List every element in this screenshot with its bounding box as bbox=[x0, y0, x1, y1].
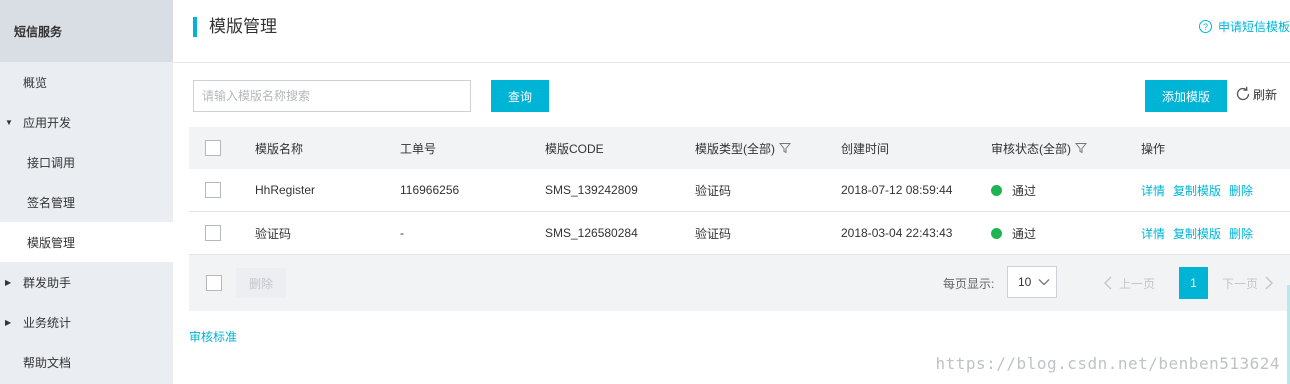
help-icon: ? bbox=[1198, 20, 1212, 33]
chevron-left-icon bbox=[1104, 276, 1112, 290]
sidebar-group-stats[interactable]: ▶ 业务统计 bbox=[0, 302, 173, 342]
cell-code: SMS_126580284 bbox=[545, 226, 638, 240]
cell-actions: 详情 复制模版 删除 bbox=[1141, 212, 1261, 254]
column-header-actions: 操作 bbox=[1141, 141, 1166, 156]
sidebar-item-label: 签名管理 bbox=[27, 195, 76, 210]
refresh-icon bbox=[1236, 86, 1250, 101]
column-header-status-label: 审核状态(全部) bbox=[991, 141, 1071, 156]
review-standards-link[interactable]: 审核标准 bbox=[189, 328, 237, 345]
table-footer: 删除 每页显示: 10 上一页 1 下一页 bbox=[189, 255, 1290, 311]
column-header-name: 模版名称 bbox=[255, 141, 304, 156]
sidebar-item-signature[interactable]: 签名管理 bbox=[0, 182, 173, 222]
page-title: 模版管理 bbox=[209, 17, 277, 36]
next-page-label: 下一页 bbox=[1222, 276, 1259, 291]
sidebar-item-help[interactable]: 帮助文档 bbox=[0, 342, 173, 382]
caret-down-icon: ▼ bbox=[5, 117, 13, 127]
cell-type: 验证码 bbox=[695, 183, 732, 198]
footer-select-all-checkbox[interactable] bbox=[206, 275, 222, 291]
chevron-down-icon bbox=[1038, 279, 1050, 286]
sidebar-item-label: 接口调用 bbox=[27, 155, 76, 170]
cell-name: HhRegister bbox=[255, 183, 316, 197]
details-link[interactable]: 详情 bbox=[1141, 182, 1165, 199]
refresh-label: 刷新 bbox=[1253, 87, 1278, 102]
column-header-created: 创建时间 bbox=[841, 141, 890, 156]
row-checkbox[interactable] bbox=[205, 182, 221, 198]
next-page-button[interactable]: 下一页 bbox=[1222, 268, 1274, 298]
table-header-row: 模版名称 工单号 模版CODE 模版类型(全部) 创建时间 审核状态(全部) 操… bbox=[189, 127, 1290, 169]
chevron-right-icon bbox=[1265, 276, 1274, 290]
cell-ticket: 116966256 bbox=[400, 183, 460, 197]
per-page-value: 10 bbox=[1018, 275, 1032, 289]
apply-template-label: 申请短信模板 bbox=[1217, 20, 1290, 34]
sidebar-item-label: 应用开发 bbox=[23, 115, 72, 130]
sidebar-item-label: 帮助文档 bbox=[23, 355, 72, 370]
title-accent-bar bbox=[193, 17, 197, 37]
watermark: https://blog.csdn.net/benben513624 bbox=[935, 354, 1280, 373]
search-button[interactable]: 查询 bbox=[491, 80, 549, 112]
cell-created: 2018-03-04 22:43:43 bbox=[841, 226, 953, 240]
bulk-delete-button[interactable]: 删除 bbox=[236, 268, 286, 298]
cell-actions: 详情 复制模版 删除 bbox=[1141, 169, 1261, 211]
cell-type: 验证码 bbox=[695, 226, 732, 241]
cell-name: 验证码 bbox=[255, 226, 292, 241]
prev-page-label: 上一页 bbox=[1119, 276, 1156, 291]
cell-status: 通过 bbox=[991, 212, 1036, 254]
sidebar-item-overview[interactable]: 概览 bbox=[0, 62, 173, 102]
sidebar-group-app-dev[interactable]: ▼ 应用开发 bbox=[0, 102, 173, 142]
cell-created: 2018-07-12 08:59:44 bbox=[841, 183, 953, 197]
select-all-checkbox[interactable] bbox=[205, 140, 221, 156]
row-checkbox[interactable] bbox=[205, 225, 221, 241]
per-page-label: 每页显示: bbox=[943, 277, 995, 291]
page-header: 模版管理 ? 申请短信模板 bbox=[173, 0, 1290, 63]
sidebar-item-label: 概览 bbox=[23, 75, 48, 90]
status-pass-icon bbox=[991, 184, 1002, 196]
delete-link[interactable]: 删除 bbox=[1229, 182, 1253, 199]
filter-icon[interactable] bbox=[1075, 142, 1087, 154]
sidebar: 短信服务 概览 ▼ 应用开发 接口调用 签名管理 模版管理 ▶ 群发助手 ▶ 业… bbox=[0, 0, 173, 384]
table-row: 验证码 - SMS_126580284 验证码 2018-03-04 22:43… bbox=[189, 212, 1290, 255]
status-label: 通过 bbox=[1012, 183, 1037, 198]
refresh-button[interactable]: 刷新 bbox=[1234, 85, 1277, 103]
caret-right-icon: ▶ bbox=[5, 277, 12, 287]
column-header-status[interactable]: 审核状态(全部) bbox=[991, 127, 1087, 169]
caret-right-icon: ▶ bbox=[5, 317, 12, 327]
current-page-button[interactable]: 1 bbox=[1179, 267, 1208, 299]
cell-ticket: - bbox=[400, 226, 404, 240]
copy-template-link[interactable]: 复制模版 bbox=[1173, 182, 1221, 199]
prev-page-button[interactable]: 上一页 bbox=[1103, 268, 1155, 298]
sidebar-item-label: 模版管理 bbox=[27, 235, 76, 250]
table-row: HhRegister 116966256 SMS_139242809 验证码 2… bbox=[189, 169, 1290, 212]
cell-status: 通过 bbox=[991, 169, 1036, 211]
per-page-select[interactable]: 10 bbox=[1007, 266, 1057, 298]
cell-code: SMS_139242809 bbox=[545, 183, 638, 197]
sidebar-item-api-call[interactable]: 接口调用 bbox=[0, 142, 173, 182]
sidebar-item-templates[interactable]: 模版管理 bbox=[0, 222, 173, 262]
apply-template-link[interactable]: ? 申请短信模板 bbox=[1198, 18, 1290, 35]
filter-icon[interactable] bbox=[779, 142, 791, 154]
sidebar-header: 短信服务 bbox=[0, 0, 173, 62]
column-header-ticket: 工单号 bbox=[400, 141, 437, 156]
delete-link[interactable]: 删除 bbox=[1229, 225, 1253, 242]
status-pass-icon bbox=[991, 227, 1002, 239]
column-header-type-label: 模版类型(全部) bbox=[695, 141, 775, 156]
sidebar-item-label: 业务统计 bbox=[23, 315, 72, 330]
template-table: 模版名称 工单号 模版CODE 模版类型(全部) 创建时间 审核状态(全部) 操… bbox=[189, 127, 1290, 255]
search-input[interactable] bbox=[193, 80, 471, 112]
add-template-button[interactable]: 添加模版 bbox=[1145, 80, 1227, 112]
column-header-code: 模版CODE bbox=[545, 141, 604, 156]
sidebar-item-label: 群发助手 bbox=[23, 275, 72, 290]
copy-template-link[interactable]: 复制模版 bbox=[1173, 225, 1221, 242]
column-header-type[interactable]: 模版类型(全部) bbox=[695, 127, 791, 169]
details-link[interactable]: 详情 bbox=[1141, 225, 1165, 242]
sidebar-group-bulk[interactable]: ▶ 群发助手 bbox=[0, 262, 173, 302]
status-label: 通过 bbox=[1012, 226, 1037, 241]
